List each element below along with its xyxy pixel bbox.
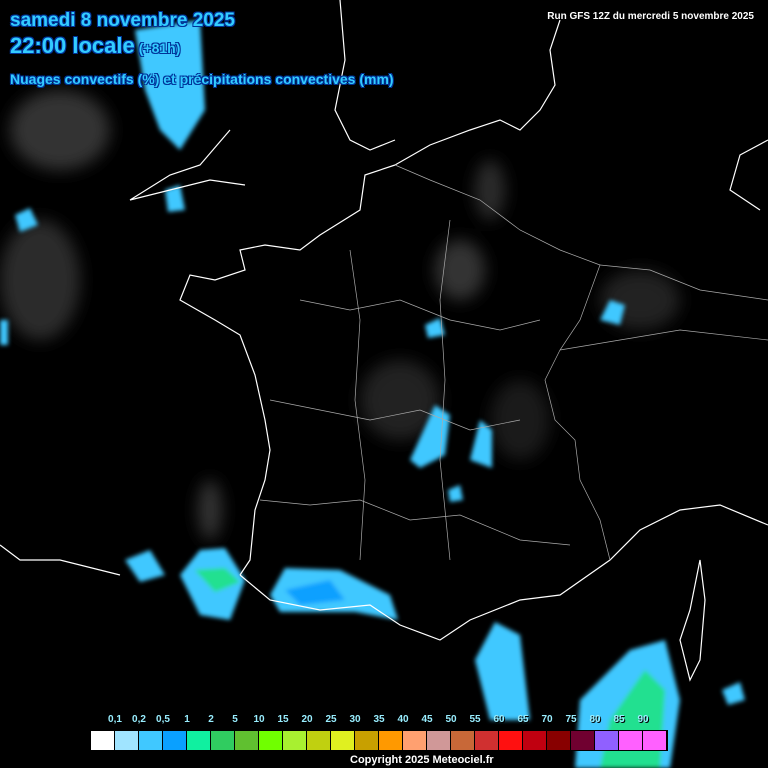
map-canvas (0, 0, 768, 768)
legend-swatch (307, 731, 331, 750)
legend-label: 90 (637, 714, 649, 725)
legend-label: 10 (253, 714, 265, 725)
coastlines (0, 0, 768, 682)
legend-swatch (403, 731, 427, 750)
legend-swatch (451, 731, 475, 750)
legend-swatch (571, 731, 595, 750)
legend-swatch (475, 731, 499, 750)
legend-label: 15 (277, 714, 289, 725)
legend-label: 1 (184, 714, 190, 725)
legend-swatch (523, 731, 547, 750)
map-subtitle: Nuages convectifs (%) et précipitations … (10, 71, 394, 87)
model-run-info: Run GFS 12Z du mercredi 5 novembre 2025 (547, 11, 754, 22)
legend-label: 0,1 (108, 714, 122, 725)
legend-labels: 0,1 0,2 0,5 1 2 5 10 15 20 25 30 35 40 45 50 55 60 65 70 75… (90, 714, 666, 728)
legend-label: 35 (373, 714, 385, 725)
legend-swatch (211, 731, 235, 750)
legend-label: 60 (493, 714, 505, 725)
legend-label: 45 (421, 714, 433, 725)
legend-label: 85 (613, 714, 625, 725)
legend-swatch (115, 731, 139, 750)
legend-swatch (379, 731, 403, 750)
legend-swatch (235, 731, 259, 750)
legend-swatch (355, 731, 379, 750)
legend-swatch (91, 731, 115, 750)
cloud-cover-layer (0, 90, 680, 540)
legend-swatch (163, 731, 187, 750)
legend-label: 25 (325, 714, 337, 725)
legend-color-bar (90, 730, 668, 751)
legend-swatch (499, 731, 523, 750)
legend-label: 5 (232, 714, 238, 725)
legend-swatch (331, 731, 355, 750)
legend-label: 40 (397, 714, 409, 725)
legend-swatch (259, 731, 283, 750)
legend-swatch (187, 731, 211, 750)
legend-label: 30 (349, 714, 361, 725)
forecast-date: samedi 8 novembre 2025 (10, 10, 235, 31)
legend-swatch (595, 731, 619, 750)
legend-label: 0,2 (132, 714, 146, 725)
legend-swatch (139, 731, 163, 750)
lead-time: (+81h) (138, 40, 181, 56)
legend-swatch (547, 731, 571, 750)
legend-label: 2 (208, 714, 214, 725)
weather-map: samedi 8 novembre 2025 22:00 locale (+81h… (0, 0, 768, 768)
legend-label: 80 (589, 714, 601, 725)
legend-swatch (427, 731, 451, 750)
legend-label: 20 (301, 714, 313, 725)
forecast-time-label: 22:00 locale (10, 33, 135, 58)
legend-label: 55 (469, 714, 481, 725)
legend-label: 0,5 (156, 714, 170, 725)
legend-swatch (283, 731, 307, 750)
legend-swatch (619, 731, 643, 750)
copyright: Copyright 2025 Meteociel.fr (350, 754, 494, 766)
legend-label: 50 (445, 714, 457, 725)
legend-label: 75 (565, 714, 577, 725)
legend-label: 70 (541, 714, 553, 725)
forecast-time: 22:00 locale (+81h) (10, 33, 180, 59)
legend-swatch (643, 731, 667, 750)
legend-label: 65 (517, 714, 529, 725)
